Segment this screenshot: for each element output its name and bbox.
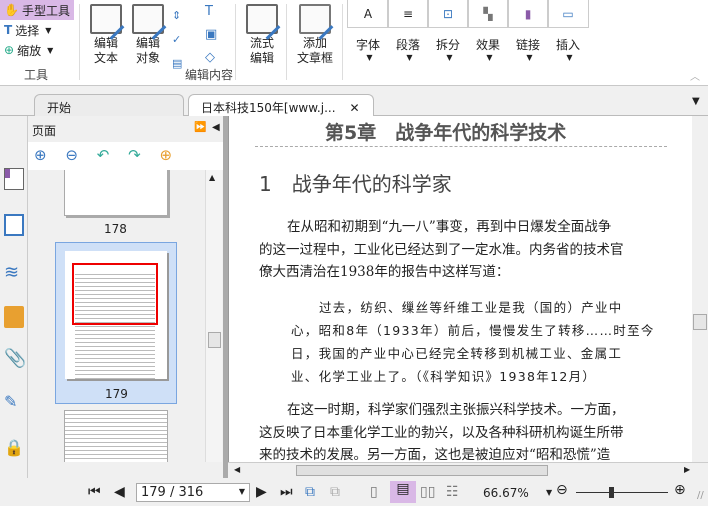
- rotate-left-icon[interactable]: ↶: [97, 146, 110, 164]
- hand-icon: ✋: [4, 3, 19, 17]
- text-select-icon: T: [4, 23, 13, 37]
- chevron-down-icon: ▼: [45, 25, 52, 35]
- flow-edit-icon: [246, 4, 278, 34]
- tools-group-label: 工具: [24, 68, 49, 82]
- edit-object-icon: [132, 4, 164, 34]
- chapter-title: 第5章 战争年代的科学技术: [325, 122, 567, 144]
- single-page-icon[interactable]: ▯: [370, 484, 378, 500]
- document-view: 第5章 战争年代的科学技术 1 战争年代的科学家 在从昭和初期到“九一八”事变，…: [228, 116, 692, 462]
- zoom-level[interactable]: 66.67%: [483, 486, 529, 500]
- quote-block: 过去，纺织、缫丝等纤维工业是我（国的）产业中 心，昭和8年（1933年）前后，慢慢…: [291, 300, 655, 384]
- font-icon: A: [347, 0, 389, 28]
- scroll-thumb[interactable]: [693, 314, 707, 330]
- first-page-button[interactable]: ⏮: [88, 484, 101, 500]
- scroll-thumb[interactable]: [296, 465, 548, 476]
- insert-page-icon[interactable]: ⊕: [159, 146, 172, 164]
- zoom-in-page-icon[interactable]: ⊕: [34, 146, 47, 164]
- zoom-out-icon[interactable]: ⊖: [556, 482, 568, 498]
- page-thumbnail-179-selected[interactable]: 179: [55, 242, 177, 404]
- chevron-down-icon: ▼: [47, 45, 54, 55]
- bookmark-icon[interactable]: [4, 168, 24, 190]
- layers-icon[interactable]: ≋: [4, 262, 24, 284]
- section-title: 1 战争年代的科学家: [259, 172, 452, 196]
- thumbnail-list: 178 179: [28, 170, 205, 462]
- paragraph-2: 在这一时期，科学家们强烈主张振兴科学技术。一方面， 这反映了日本重化学工业的勃兴，…: [259, 402, 625, 462]
- link-button[interactable]: ▮ 链接 ▼: [507, 0, 549, 62]
- comments-icon[interactable]: [4, 306, 24, 328]
- paragraph-button[interactable]: ≡ 段落 ▼: [387, 0, 429, 62]
- last-page-button[interactable]: ⏭: [280, 484, 293, 500]
- resize-grip-icon[interactable]: //: [697, 490, 704, 501]
- vertical-scrollbar[interactable]: [692, 116, 708, 462]
- previous-page-button[interactable]: ◀: [114, 484, 125, 500]
- insert-button[interactable]: ▭ 插入 ▼: [547, 0, 589, 62]
- hand-tool-button[interactable]: ✋ 手型工具: [0, 0, 74, 20]
- close-icon[interactable]: ✕: [350, 101, 360, 115]
- continuous-page-icon[interactable]: ▤: [390, 481, 416, 503]
- attachment-icon[interactable]: 📎: [4, 348, 26, 370]
- zoom-slider[interactable]: [576, 487, 668, 498]
- expand-panel-icon[interactable]: ⏩: [194, 122, 206, 133]
- edit-object-button[interactable]: 编辑 对象: [128, 4, 168, 66]
- page-thumbnail-178[interactable]: [64, 170, 168, 216]
- left-navigation: ≋ 📎 ✎ 🔒: [0, 116, 28, 478]
- edit-text-button[interactable]: 编辑 文本: [86, 4, 126, 66]
- zoom-out-page-icon[interactable]: ⊖: [65, 146, 78, 164]
- status-bar: ⏮ ◀ 179 / 316 ▼ ▶ ⏭ ⧉ ⧉ ▯ ▤ ▯▯ ☷ 66.67% ▼…: [0, 478, 708, 506]
- tab-list-dropdown-icon[interactable]: ▼: [692, 96, 700, 107]
- collapse-ribbon-icon[interactable]: ︿: [690, 68, 700, 83]
- pages-panel: 页面 ⏩ ◀ ⊕ ⊖ ↶ ↷ ⊕ 178 179 ▲: [28, 116, 228, 478]
- horizontal-scrollbar[interactable]: ◀ ▶: [228, 462, 708, 478]
- page-number-input[interactable]: 179 / 316 ▼: [136, 483, 250, 502]
- previous-view-icon[interactable]: ⧉: [305, 484, 315, 500]
- link-icon: ▮: [507, 0, 549, 28]
- zoom-icon: ⊕: [4, 43, 15, 57]
- panel-title: 页面: [32, 124, 57, 138]
- pages-icon[interactable]: [4, 214, 24, 236]
- insert-icons[interactable]: T ▣ ◇: [205, 0, 229, 69]
- collapse-panel-icon[interactable]: ◀: [212, 122, 220, 133]
- tab-document[interactable]: 日本科技150年[www.j... ✕: [188, 94, 374, 116]
- effect-icon: ▚: [467, 0, 509, 28]
- chevron-down-icon[interactable]: ▼: [239, 487, 245, 496]
- signature-icon[interactable]: ✎: [4, 392, 24, 414]
- add-article-frame-button[interactable]: 添加 文章框: [292, 4, 338, 66]
- continuous-facing-icon[interactable]: ☷: [446, 484, 459, 500]
- split-icon: ⊡: [427, 0, 469, 28]
- paragraph-1: 在从昭和初期到“九一八”事变，再到中日爆发全面战争 的这一过程中，工业化已经达到了…: [259, 219, 624, 280]
- font-button[interactable]: A 字体 ▼: [347, 0, 389, 62]
- article-frame-icon: [299, 4, 331, 34]
- zoom-slider-thumb[interactable]: [609, 487, 614, 498]
- ribbon: ✋ 手型工具 T 选择 ▼ ⊕ 缩放 ▼ 工具 编辑 文本 编辑 对象 ⇕ ✓ ▤ T ▣ ◇ 流式编…: [0, 0, 708, 86]
- zoom-dropdown-icon[interactable]: ▼: [546, 488, 552, 497]
- page-tools-toolbar[interactable]: ⊕ ⊖ ↶ ↷ ⊕: [28, 142, 223, 170]
- tab-bar: 开始 日本科技150年[www.j... ✕ ▼: [0, 86, 708, 116]
- split-button[interactable]: ⊡ 拆分 ▼: [427, 0, 469, 62]
- zoom-in-icon[interactable]: ⊕: [674, 482, 686, 498]
- lock-icon[interactable]: 🔒: [4, 438, 24, 460]
- zoom-button[interactable]: ⊕ 缩放 ▼: [0, 40, 57, 60]
- thumbnail-scrollbar[interactable]: ▲: [205, 170, 222, 462]
- insert-icon: ▭: [547, 0, 589, 28]
- effect-button[interactable]: ▚ 效果 ▼: [467, 0, 509, 62]
- edit-content-group-label: 编辑内容: [185, 68, 234, 82]
- flow-edit-button[interactable]: 流式 编辑: [242, 4, 282, 66]
- tab-start[interactable]: 开始: [34, 94, 184, 116]
- select-button[interactable]: T 选择 ▼: [0, 20, 55, 40]
- scroll-thumb[interactable]: [208, 332, 221, 348]
- thumbnail-label: 178: [104, 222, 127, 236]
- facing-pages-icon[interactable]: ▯▯: [420, 484, 435, 500]
- view-area-rectangle[interactable]: [72, 263, 158, 325]
- next-view-icon[interactable]: ⧉: [330, 484, 340, 500]
- rotate-right-icon[interactable]: ↷: [128, 146, 141, 164]
- edit-text-icon: [90, 4, 122, 34]
- paragraph-icon: ≡: [387, 0, 429, 28]
- next-page-button[interactable]: ▶: [256, 484, 267, 500]
- page-thumbnail-180[interactable]: [64, 410, 168, 462]
